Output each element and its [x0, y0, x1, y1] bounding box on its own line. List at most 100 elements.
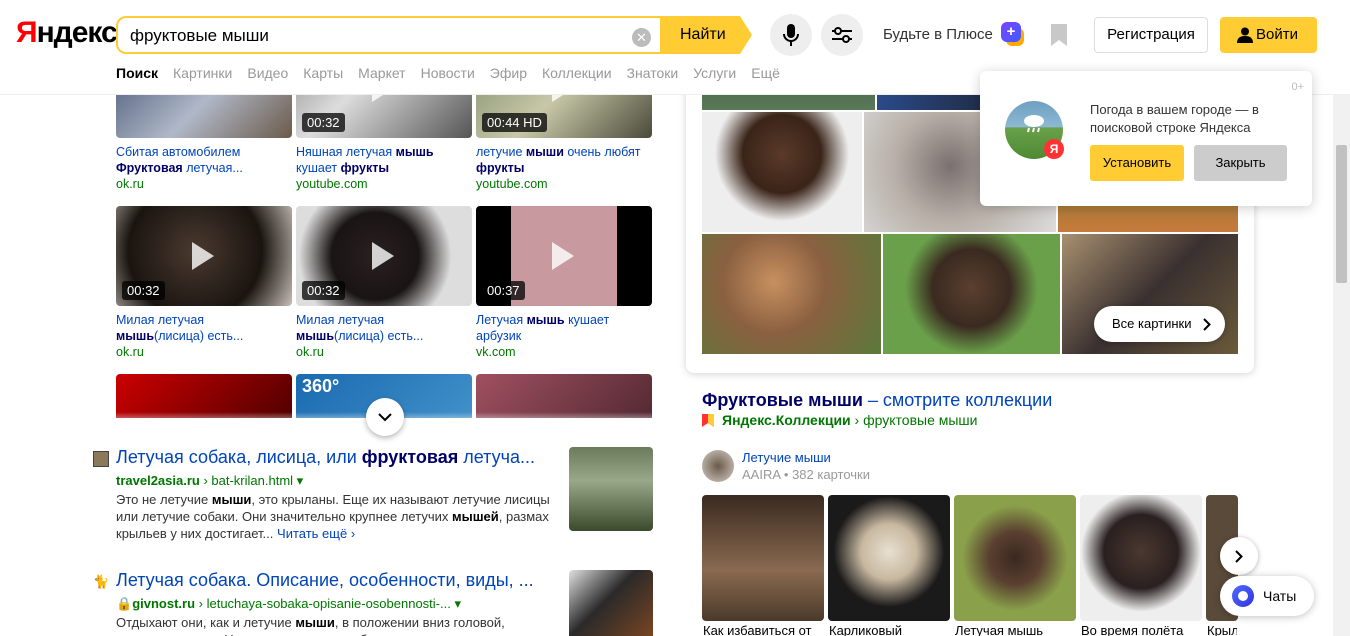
- video-host: youtube.com: [476, 177, 548, 191]
- search-tabs: Поиск Картинки Видео Карты Маркет Новост…: [116, 65, 795, 81]
- chevron-right-icon: [1203, 318, 1211, 331]
- plus-icon[interactable]: +: [1001, 22, 1021, 42]
- collections-source[interactable]: Яндекс.Коллекции › фруктовые мыши: [722, 412, 977, 428]
- site-favicon: 🐈: [93, 574, 110, 589]
- video-duration: 00:32: [122, 281, 165, 300]
- login-label: Войти: [1256, 26, 1298, 43]
- read-more-link[interactable]: Читать ещё ›: [277, 526, 355, 541]
- image-tile[interactable]: [702, 112, 862, 232]
- tab-video[interactable]: Видео: [247, 65, 288, 81]
- video-title[interactable]: Летучая мышь кушает арбузик: [476, 312, 652, 344]
- search-input[interactable]: [130, 26, 610, 46]
- image-tile[interactable]: [702, 234, 881, 354]
- channel-360-logo: 360°: [302, 376, 340, 396]
- collection-meta: AAIRA • 382 карточки: [742, 467, 871, 482]
- video-host: vk.com: [476, 345, 516, 359]
- login-button[interactable]: Войти: [1220, 17, 1317, 53]
- collections-icon: [702, 414, 714, 427]
- video-title[interactable]: Няшная летучая мышь кушает фрукты: [296, 144, 472, 176]
- tab-more[interactable]: Ещё: [751, 65, 780, 81]
- video-host: ok.ru: [116, 177, 144, 191]
- video-thumbnail[interactable]: 00:32: [296, 206, 472, 306]
- user-icon: [1237, 27, 1253, 43]
- tab-maps[interactable]: Карты: [303, 65, 343, 81]
- all-images-label: Все картинки: [1112, 316, 1192, 331]
- find-button[interactable]: Найти: [660, 16, 740, 54]
- tab-market[interactable]: Маркет: [358, 65, 405, 81]
- collection-card-label[interactable]: Карликовый: [829, 623, 949, 636]
- clear-search-icon[interactable]: ✕: [632, 28, 651, 47]
- video-thumbnail[interactable]: 00:32: [116, 206, 292, 306]
- tab-images[interactable]: Картинки: [173, 65, 232, 81]
- collections-title[interactable]: Фруктовые мыши – смотрите коллекции: [702, 390, 1052, 411]
- popup-message: Погода в вашем городе — в поисковой стро…: [1090, 102, 1259, 135]
- video-host: youtube.com: [296, 177, 368, 191]
- collection-card[interactable]: [954, 495, 1076, 621]
- video-title[interactable]: Милая летучая мышь(лисица) есть...: [296, 312, 472, 344]
- result-snippet: Отдыхают они, как и летучие мыши, в поло…: [116, 615, 516, 636]
- page: Яндекс ✕ Найти Будьте в Плюсе + Регистра…: [0, 0, 1350, 636]
- video-card[interactable]: 00:32 Милая летучая мышь(лисица) есть...…: [116, 206, 292, 360]
- register-button[interactable]: Регистрация: [1094, 17, 1208, 53]
- age-rating: 0+: [1291, 81, 1304, 93]
- collection-card[interactable]: [702, 495, 824, 621]
- search-form: ✕ Найти: [116, 16, 752, 54]
- image-tile[interactable]: [883, 234, 1060, 354]
- result-title[interactable]: Летучая собака. Описание, особенности, в…: [116, 570, 546, 591]
- collection-card[interactable]: [828, 495, 950, 621]
- weather-promo-popup: 0+ Я Погода в вашем городе — в поисковой…: [980, 71, 1312, 206]
- video-duration: 00:32: [302, 281, 345, 300]
- video-card[interactable]: 00:32 Милая летучая мышь(лисица) есть...…: [296, 206, 472, 360]
- video-title[interactable]: Сбитая автомобилем Фруктовая летучая...: [116, 144, 292, 176]
- tab-collections[interactable]: Коллекции: [542, 65, 612, 81]
- collection-card-label[interactable]: Во время полёта: [1081, 623, 1201, 636]
- video-title[interactable]: летучие мыши очень любят фрукты: [476, 144, 652, 176]
- scrollbar-thumb[interactable]: [1336, 145, 1347, 283]
- video-card[interactable]: 00:37 Летучая мышь кушает арбузик vk.com: [476, 206, 652, 360]
- find-button-arrow: [740, 16, 752, 54]
- collection-card-label[interactable]: Летучая мышь: [955, 623, 1075, 636]
- collection-name[interactable]: Летучие мыши: [742, 450, 831, 465]
- result-title[interactable]: Летучая собака, лисица, или фруктовая ле…: [116, 447, 546, 468]
- close-popup-button[interactable]: Закрыть: [1194, 145, 1287, 181]
- search-result: Летучая собака, лисица, или фруктовая ле…: [93, 447, 653, 542]
- play-icon: [192, 242, 214, 270]
- collection-card-label[interactable]: Крыл: [1207, 623, 1237, 636]
- chats-button[interactable]: Чаты: [1220, 576, 1314, 616]
- tab-search[interactable]: Поиск: [116, 65, 158, 81]
- all-images-button[interactable]: Все картинки: [1094, 306, 1225, 342]
- collections-next-button[interactable]: [1220, 537, 1258, 575]
- video-thumbnail[interactable]: 00:37: [476, 206, 652, 306]
- install-button[interactable]: Установить: [1090, 145, 1184, 181]
- tab-znatoki[interactable]: Знатоки: [627, 65, 679, 81]
- result-url[interactable]: travel2asia.ru › bat-krilan.html ▾: [116, 473, 303, 489]
- tab-news[interactable]: Новости: [421, 65, 475, 81]
- bookmarks-icon[interactable]: [1049, 24, 1069, 51]
- voice-search-button[interactable]: [770, 14, 812, 56]
- site-favicon: [93, 451, 109, 467]
- result-thumbnail[interactable]: [569, 447, 653, 531]
- play-icon: [552, 242, 574, 270]
- result-url[interactable]: 🔒givnost.ru › letuchaya-sobaka-opisanie-…: [116, 596, 461, 612]
- video-host: ok.ru: [296, 345, 324, 359]
- tab-services[interactable]: Услуги: [693, 65, 736, 81]
- result-thumbnail[interactable]: [569, 570, 653, 636]
- chat-bubble-icon: [1232, 585, 1254, 607]
- expand-videos-button[interactable]: [366, 398, 404, 436]
- result-snippet: Это не летучие мыши, это крыланы. Еще их…: [116, 492, 550, 541]
- video-title[interactable]: Милая летучая мышь(лисица) есть...: [116, 312, 292, 344]
- plus-link[interactable]: Будьте в Плюсе: [883, 26, 993, 43]
- tab-efir[interactable]: Эфир: [490, 65, 527, 81]
- video-duration: 00:37: [482, 281, 525, 300]
- collection-card[interactable]: [1080, 495, 1202, 621]
- cloud-rain-icon: [1024, 115, 1044, 133]
- yandex-logo[interactable]: Яндекс: [16, 16, 118, 50]
- collection-card-label[interactable]: Как избавиться от: [703, 623, 823, 636]
- microphone-icon: [783, 24, 799, 46]
- chevron-down-icon: [378, 412, 392, 421]
- search-box: ✕: [116, 16, 660, 54]
- chevron-right-icon: [1235, 549, 1243, 563]
- search-settings-button[interactable]: [821, 14, 863, 56]
- video-duration: 00:32: [302, 113, 345, 132]
- avatar[interactable]: [702, 450, 734, 482]
